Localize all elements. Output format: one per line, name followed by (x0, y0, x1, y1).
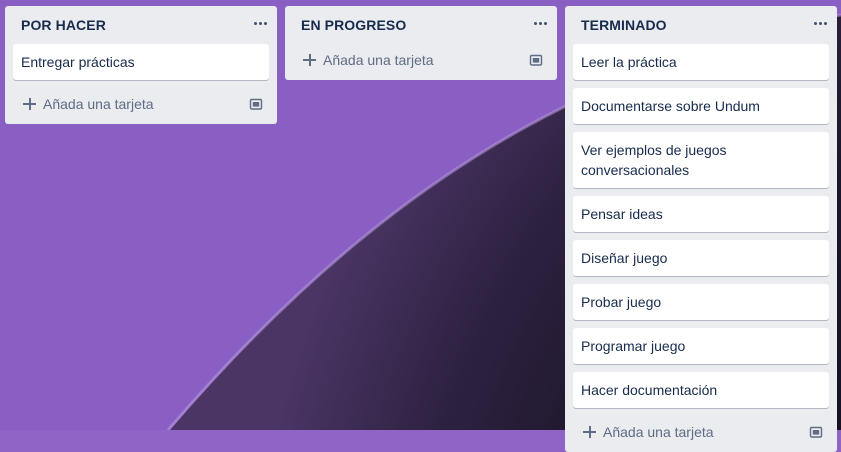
list-header[interactable]: EN PROGRESO (285, 6, 557, 44)
card[interactable]: Diseñar juego (573, 240, 829, 276)
plus-icon (23, 97, 37, 111)
plus-icon (583, 425, 597, 439)
list-header[interactable]: TERMINADO (565, 6, 837, 44)
list-title[interactable]: TERMINADO (581, 17, 667, 33)
card[interactable]: Entregar prácticas (13, 44, 269, 80)
add-card-button[interactable]: Añada una tarjeta (285, 44, 557, 80)
list-por-hacer: POR HACER Entregar prácticas Añada una t… (5, 6, 277, 124)
board: POR HACER Entregar prácticas Añada una t… (0, 0, 841, 452)
card-template-icon[interactable] (249, 97, 263, 111)
more-horizontal-icon[interactable] (814, 14, 827, 32)
card[interactable]: Hacer documentación (573, 372, 829, 408)
list-title[interactable]: POR HACER (21, 17, 106, 33)
add-card-button[interactable]: Añada una tarjeta (565, 416, 837, 452)
card-list: Entregar prácticas (5, 44, 277, 80)
add-card-label: Añada una tarjeta (323, 52, 434, 68)
more-horizontal-icon[interactable] (254, 14, 267, 32)
card[interactable]: Pensar ideas (573, 196, 829, 232)
card-template-icon[interactable] (529, 53, 543, 67)
list-header[interactable]: POR HACER (5, 6, 277, 44)
card[interactable]: Probar juego (573, 284, 829, 320)
list-terminado: TERMINADO Leer la práctica Documentarse … (565, 6, 837, 452)
card[interactable]: Programar juego (573, 328, 829, 364)
add-card-button[interactable]: Añada una tarjeta (5, 88, 277, 124)
card[interactable]: Leer la práctica (573, 44, 829, 80)
card-list: Leer la práctica Documentarse sobre Undu… (565, 44, 837, 408)
card-template-icon[interactable] (809, 425, 823, 439)
add-card-label: Añada una tarjeta (43, 96, 154, 112)
more-horizontal-icon[interactable] (534, 14, 547, 32)
list-title[interactable]: EN PROGRESO (301, 17, 406, 33)
plus-icon (303, 53, 317, 67)
add-card-label: Añada una tarjeta (603, 424, 714, 440)
list-en-progreso: EN PROGRESO Añada una tarjeta (285, 6, 557, 80)
card[interactable]: Ver ejemplos de juegos conversacionales (573, 132, 829, 188)
card[interactable]: Documentarse sobre Undum (573, 88, 829, 124)
